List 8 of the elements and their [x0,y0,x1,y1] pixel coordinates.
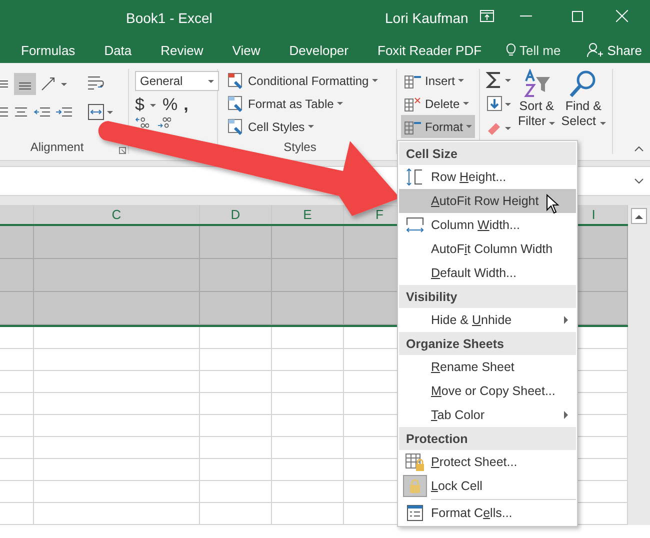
window-title: Book1 - Excel [126,10,212,26]
menu-section-header: Protection [399,427,576,450]
menu-section-header: Visibility [399,285,576,308]
group-label: Styles [282,140,318,154]
user-name: Lori Kaufman [385,10,468,26]
menu-section-header: Cell Size [399,142,576,165]
menu-section-header: Organize Sheets [399,332,576,355]
group-label: Alignment [29,140,85,154]
